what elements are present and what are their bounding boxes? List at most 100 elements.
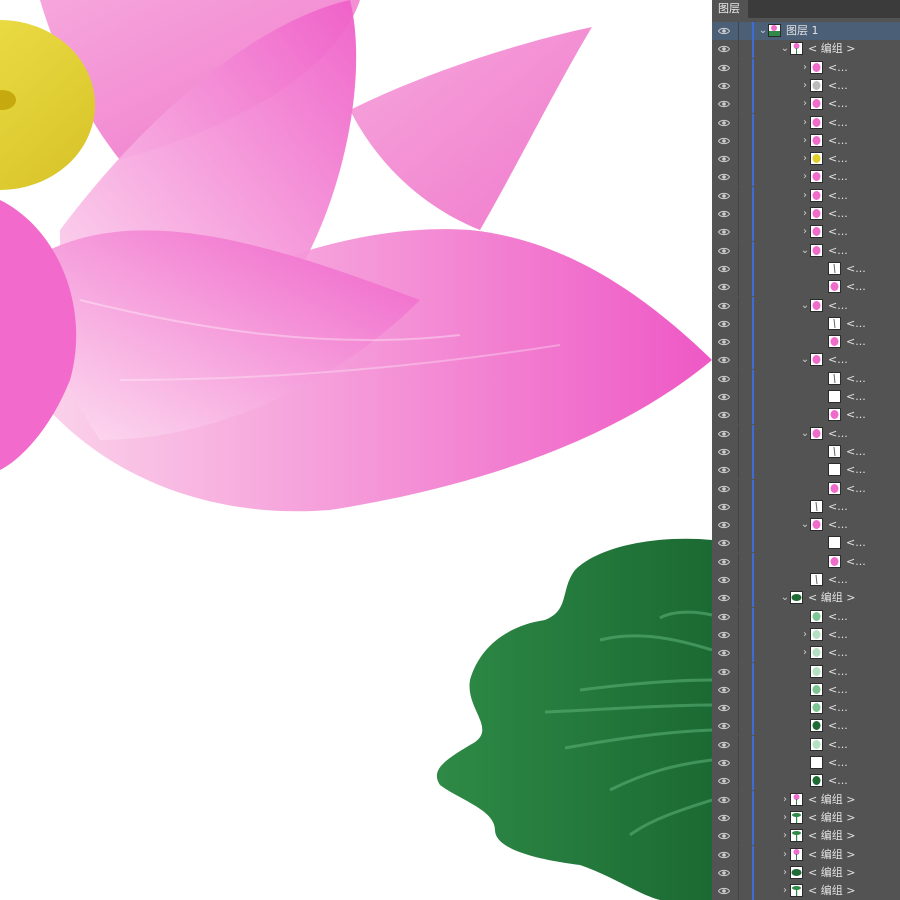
visibility-eye-icon[interactable] [717, 538, 731, 548]
visibility-eye-icon[interactable] [717, 721, 731, 731]
visibility-eye-icon[interactable] [717, 26, 731, 36]
visibility-eye-icon[interactable] [717, 813, 731, 823]
chevron-right-icon[interactable]: › [800, 80, 810, 92]
sublayer-row[interactable]: › <... [712, 58, 900, 77]
sublayer-row[interactable]: › <... [712, 150, 900, 169]
visibility-eye-icon[interactable] [717, 703, 731, 713]
sublayer-row[interactable]: <... [712, 607, 900, 626]
lock-column[interactable] [738, 717, 739, 736]
lock-column[interactable] [738, 442, 739, 461]
visibility-eye-icon[interactable] [717, 667, 731, 677]
lock-column[interactable] [738, 461, 739, 480]
chevron-down-icon[interactable]: ⌄ [780, 43, 790, 55]
lock-column[interactable] [738, 95, 739, 114]
visibility-eye-icon[interactable] [717, 465, 731, 475]
visibility-eye-icon[interactable] [717, 831, 731, 841]
lock-column[interactable] [738, 424, 739, 443]
sublayer-row[interactable]: <... [712, 571, 900, 589]
sublayer-row[interactable]: <... [712, 699, 900, 718]
lock-column[interactable] [738, 168, 739, 187]
chevron-down-icon[interactable]: ⌄ [780, 592, 790, 604]
chevron-right-icon[interactable]: › [800, 226, 810, 238]
lock-column[interactable] [738, 259, 739, 278]
sublayer-row[interactable]: ⌄ <... [712, 516, 900, 535]
visibility-eye-icon[interactable] [717, 557, 731, 567]
sublayer-row[interactable]: <... [712, 662, 900, 681]
chevron-right-icon[interactable]: › [780, 794, 790, 806]
sublayer-row[interactable]: <... [712, 497, 900, 516]
sublayer-row[interactable]: <... [712, 717, 900, 736]
lock-column[interactable] [738, 589, 739, 608]
lock-column[interactable] [738, 882, 739, 900]
chevron-right-icon[interactable]: › [800, 208, 810, 220]
lock-column[interactable] [738, 680, 739, 699]
lock-column[interactable] [738, 497, 739, 516]
visibility-eye-icon[interactable] [717, 118, 731, 128]
sublayer-row[interactable]: ⌄ <... [712, 424, 900, 443]
sublayer-row[interactable]: ⌄ <... [712, 241, 900, 260]
visibility-eye-icon[interactable] [717, 63, 731, 73]
sublayer-row[interactable]: › <... [712, 186, 900, 205]
sublayer-row[interactable]: › <... [712, 95, 900, 114]
visibility-eye-icon[interactable] [717, 81, 731, 91]
sublayer-row[interactable]: › <... [712, 131, 900, 150]
lock-column[interactable] [738, 131, 739, 150]
visibility-eye-icon[interactable] [717, 282, 731, 292]
visibility-eye-icon[interactable] [717, 301, 731, 311]
sublayer-row[interactable]: <... [712, 278, 900, 297]
chevron-right-icon[interactable]: › [780, 849, 790, 861]
lock-column[interactable] [738, 205, 739, 223]
chevron-right-icon[interactable]: › [800, 629, 810, 641]
sublayer-row[interactable]: <... [712, 680, 900, 699]
chevron-down-icon[interactable]: ⌄ [800, 428, 810, 440]
sublayer-row[interactable]: › <... [712, 168, 900, 187]
visibility-eye-icon[interactable] [717, 520, 731, 530]
sublayer-row[interactable]: <... [712, 369, 900, 388]
visibility-eye-icon[interactable] [717, 246, 731, 256]
lock-column[interactable] [738, 772, 739, 791]
visibility-eye-icon[interactable] [717, 648, 731, 658]
visibility-eye-icon[interactable] [717, 191, 731, 201]
lock-column[interactable] [738, 314, 739, 333]
sublayer-row[interactable]: <... [712, 534, 900, 553]
lock-column[interactable] [738, 863, 739, 882]
chevron-right-icon[interactable]: › [800, 171, 810, 183]
sublayer-row[interactable]: <... [712, 754, 900, 772]
sublayer-row[interactable]: <... [712, 314, 900, 333]
lock-column[interactable] [738, 351, 739, 370]
lock-column[interactable] [738, 662, 739, 681]
chevron-right-icon[interactable]: › [780, 830, 790, 842]
visibility-eye-icon[interactable] [717, 209, 731, 219]
group-row[interactable]: › < 编组 > [712, 808, 900, 827]
visibility-eye-icon[interactable] [717, 850, 731, 860]
lock-column[interactable] [738, 40, 739, 59]
visibility-eye-icon[interactable] [717, 795, 731, 805]
lock-column[interactable] [738, 552, 739, 571]
chevron-right-icon[interactable]: › [800, 98, 810, 110]
lock-column[interactable] [738, 571, 739, 589]
chevron-right-icon[interactable]: › [800, 190, 810, 202]
visibility-eye-icon[interactable] [717, 136, 731, 146]
lock-column[interactable] [738, 735, 739, 754]
sublayer-row[interactable]: <... [712, 772, 900, 791]
visibility-eye-icon[interactable] [717, 429, 731, 439]
chevron-down-icon[interactable]: ⌄ [758, 25, 768, 37]
visibility-eye-icon[interactable] [717, 154, 731, 164]
visibility-eye-icon[interactable] [717, 484, 731, 494]
lock-column[interactable] [738, 58, 739, 77]
lock-column[interactable] [738, 845, 739, 864]
sublayer-row[interactable]: › <... [712, 644, 900, 663]
lock-column[interactable] [738, 808, 739, 827]
visibility-eye-icon[interactable] [717, 264, 731, 274]
visibility-eye-icon[interactable] [717, 392, 731, 402]
lock-column[interactable] [738, 790, 739, 809]
lock-column[interactable] [738, 113, 739, 132]
lock-column[interactable] [738, 369, 739, 388]
sublayer-row[interactable]: › <... [712, 625, 900, 644]
chevron-down-icon[interactable]: ⌄ [800, 519, 810, 531]
chevron-right-icon[interactable]: › [800, 153, 810, 165]
chevron-right-icon[interactable]: › [780, 885, 790, 897]
visibility-eye-icon[interactable] [717, 337, 731, 347]
group-row[interactable]: › < 编组 > [712, 845, 900, 864]
visibility-eye-icon[interactable] [717, 612, 731, 622]
